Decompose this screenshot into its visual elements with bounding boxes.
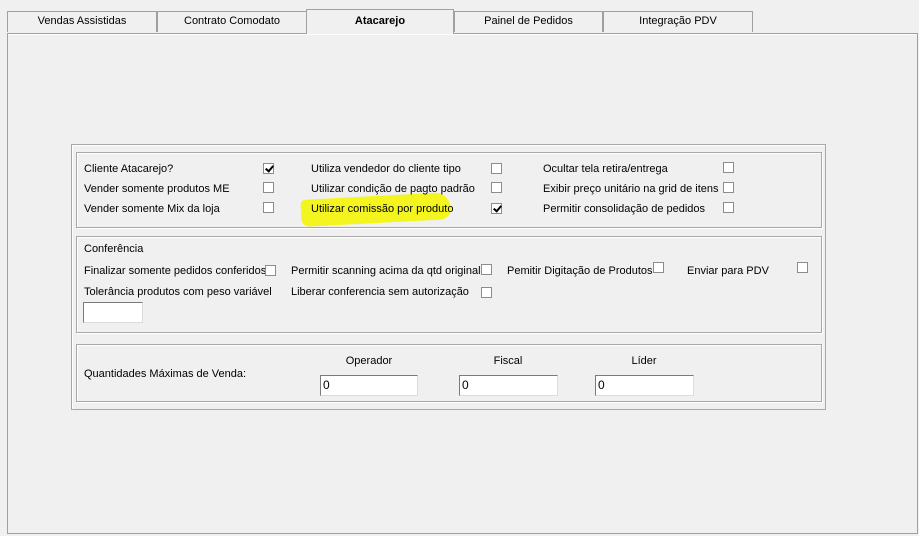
condicao-pagto-padrao-checkbox[interactable]: [491, 182, 502, 193]
vender-mix-loja-label: Vender somente Mix da loja: [84, 203, 220, 215]
operador-label: Operador: [345, 355, 393, 367]
ocultar-retira-entrega-label: Ocultar tela retira/entrega: [543, 163, 668, 175]
digitacao-produtos-label: Pemitir Digitação de Produtos: [507, 265, 653, 277]
vender-mix-loja-checkbox[interactable]: [263, 202, 274, 213]
scanning-acima-label: Permitir scanning acima da qtd original: [291, 265, 481, 277]
vender-produtos-me-label: Vender somente produtos ME: [84, 183, 230, 195]
enviar-pdv-label: Enviar para PDV: [687, 265, 769, 277]
cliente-atacarejo-checkbox[interactable]: [263, 163, 274, 174]
quantidades-label: Quantidades Máximas de Venda:: [84, 368, 247, 380]
finalizar-conferidos-label: Finalizar somente pedidos conferidos: [84, 265, 267, 277]
tab-strip: Vendas Assistidas Contrato Comodato Atac…: [0, 0, 919, 34]
scanning-acima-checkbox[interactable]: [481, 264, 492, 275]
consolidacao-pedidos-checkbox[interactable]: [723, 202, 734, 213]
fiscal-label: Fiscal: [493, 355, 523, 367]
finalizar-conferidos-checkbox[interactable]: [265, 265, 276, 276]
cliente-atacarejo-label: Cliente Atacarejo?: [84, 163, 174, 175]
tab-atacarejo[interactable]: Atacarejo: [306, 9, 454, 34]
comissao-por-produto-label: Utilizar comissão por produto: [311, 203, 454, 215]
condicao-pagto-padrao-label: Utilizar condição de pagto padrão: [311, 183, 475, 195]
lider-input[interactable]: 0: [595, 375, 694, 396]
tab-contrato-comodato[interactable]: Contrato Comodato: [157, 11, 307, 32]
tab-integracao-pdv[interactable]: Integração PDV: [603, 11, 753, 32]
tab-vendas-assistidas[interactable]: Vendas Assistidas: [7, 11, 157, 32]
lider-label: Líder: [631, 355, 657, 367]
liberar-sem-autorizacao-checkbox[interactable]: [481, 287, 492, 298]
exibir-preco-unitario-checkbox[interactable]: [723, 182, 734, 193]
tab-painel-de-pedidos[interactable]: Painel de Pedidos: [454, 11, 603, 32]
vender-produtos-me-checkbox[interactable]: [263, 182, 274, 193]
vendedor-cliente-tipo-checkbox[interactable]: [491, 163, 502, 174]
tolerancia-input[interactable]: [83, 302, 143, 323]
consolidacao-pedidos-label: Permitir consolidação de pedidos: [543, 203, 706, 215]
comissao-por-produto-checkbox[interactable]: [491, 203, 502, 214]
liberar-sem-autorizacao-label: Liberar conferencia sem autorização: [291, 286, 469, 298]
conferencia-title: Conferência: [84, 243, 144, 255]
ocultar-retira-entrega-checkbox[interactable]: [723, 162, 734, 173]
conferencia-group: [76, 236, 822, 333]
exibir-preco-unitario-label: Exibir preço unitário na grid de itens: [543, 183, 719, 195]
operador-input[interactable]: 0: [320, 375, 418, 396]
digitacao-produtos-checkbox[interactable]: [653, 262, 664, 273]
vendedor-cliente-tipo-label: Utiliza vendedor do cliente tipo: [311, 163, 461, 175]
tolerancia-label: Tolerância produtos com peso variável: [84, 286, 272, 298]
fiscal-input[interactable]: 0: [459, 375, 558, 396]
enviar-pdv-checkbox[interactable]: [797, 262, 808, 273]
